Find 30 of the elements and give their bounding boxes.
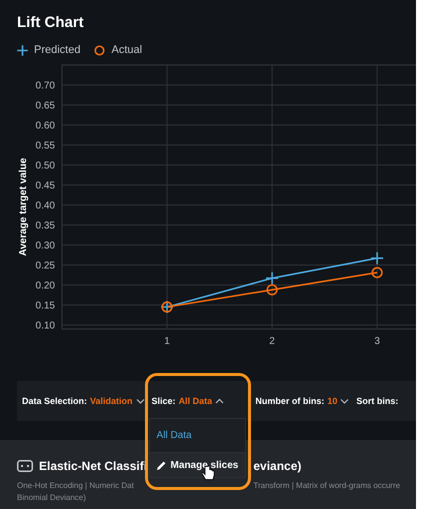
model-description: Binomial Deviance) [17, 493, 87, 502]
y-tick-label: 0.60 [36, 120, 55, 132]
toolbar-dropdown[interactable]: Data Selection: Validation [22, 396, 145, 406]
y-tick-label: 0.10 [36, 320, 55, 332]
model-description: One-Hot Encoding | Numeric Dat [17, 481, 134, 490]
y-tick-label: 0.50 [36, 160, 55, 172]
chart-title: Lift Chart [16, 13, 85, 33]
menu-item[interactable]: Manage slices [150, 452, 246, 477]
x-tick-label: 2 [269, 336, 275, 347]
y-tick-label: 0.70 [36, 80, 55, 92]
legend-label: Predicted [34, 44, 80, 56]
toolbar-dropdown[interactable]: Sort bins: [356, 396, 398, 406]
y-tick-label: 0.55 [36, 140, 55, 152]
menu-item[interactable]: All Data [150, 419, 246, 452]
x-tick-label: 1 [164, 336, 170, 347]
legend-label: Actual [111, 44, 142, 56]
y-tick-label: 0.45 [36, 180, 55, 192]
x-tick-label: 3 [374, 336, 380, 347]
y-axis-title: Average target value [18, 158, 29, 256]
y-tick-label: 0.40 [36, 200, 55, 212]
y-tick-label: 0.65 [36, 100, 55, 112]
model-title: eviance) [253, 459, 302, 473]
y-tick-label: 0.35 [36, 220, 55, 232]
y-tick-label: 0.20 [36, 280, 55, 292]
y-tick-label: 0.30 [36, 240, 55, 252]
y-tick-label: 0.25 [36, 260, 55, 272]
toolbar-dropdown[interactable]: Number of bins: 10 [255, 396, 350, 406]
toolbar-dropdown[interactable]: Slice: All Data [152, 396, 224, 406]
y-tick-label: 0.15 [36, 300, 55, 312]
model-description: Transform | Matrix of word-grams occurre [253, 481, 400, 490]
